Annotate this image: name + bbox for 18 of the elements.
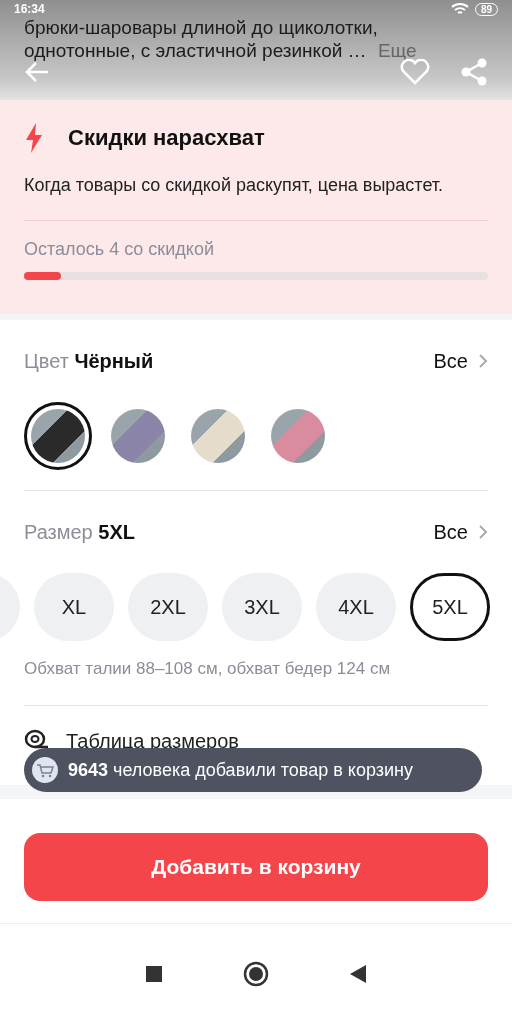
size-chip[interactable]: 5XL bbox=[410, 573, 490, 641]
all-sizes-link[interactable]: Все bbox=[433, 520, 488, 544]
flash-sale-title: Скидки нарасхват bbox=[68, 125, 265, 151]
size-chip[interactable]: XL bbox=[34, 573, 114, 641]
flash-sale-text: Когда товары со скидкой раскупят, цена вырастет. bbox=[24, 174, 445, 197]
size-label: Размер 5XL bbox=[24, 520, 135, 544]
remaining-count: Осталось 4 со скидкой bbox=[24, 239, 215, 260]
size-measurements: Обхват талии 88–108 см, обхват бедер 124 см bbox=[24, 659, 392, 679]
size-chip[interactable]: 4XL bbox=[316, 573, 396, 641]
status-time: 16:34 bbox=[14, 2, 45, 16]
toast-text: 9643 человека добавили товар в корзину bbox=[68, 759, 413, 781]
size-chip[interactable]: 3XL bbox=[222, 573, 302, 641]
all-colors-link[interactable]: Все bbox=[433, 349, 488, 373]
product-description: однотонные, с эластичной резинкой … bbox=[24, 40, 367, 61]
add-to-cart-button[interactable]: Добавить в корзину bbox=[24, 833, 488, 901]
size-chip[interactable]: 2XL bbox=[128, 573, 208, 641]
product-description: брюки-шаровары длиной до щиколотки, bbox=[24, 17, 378, 38]
color-label: Цвет Чёрный bbox=[24, 349, 154, 373]
